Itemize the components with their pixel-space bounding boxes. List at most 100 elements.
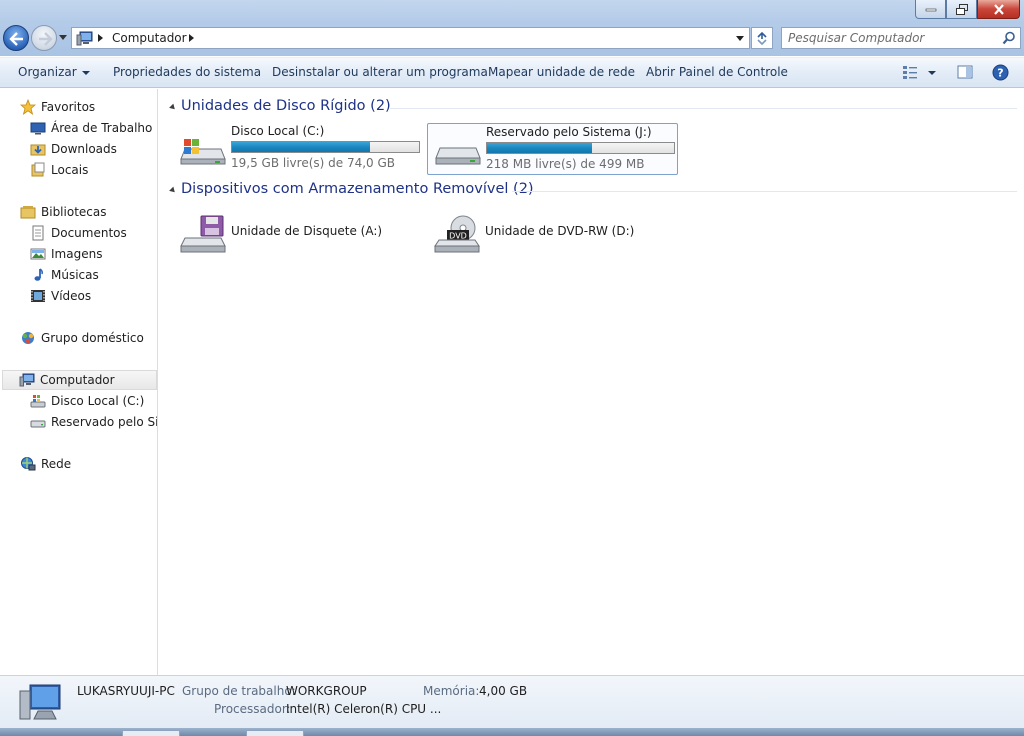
nav-network[interactable]: Rede xyxy=(20,454,71,474)
taskbar-button[interactable] xyxy=(246,730,304,736)
breadcrumb-computer[interactable]: Computador xyxy=(112,31,187,45)
nav-local-disk-label: Disco Local (C:) xyxy=(51,394,145,408)
nav-documents[interactable]: Documentos xyxy=(30,223,127,243)
processor-value: Intel(R) Celeron(R) CPU ... xyxy=(286,702,442,716)
taskbar-button[interactable] xyxy=(122,730,180,736)
minimize-button[interactable] xyxy=(915,0,946,19)
organize-menu[interactable]: Organizar xyxy=(18,65,90,79)
nav-local-disk[interactable]: Disco Local (C:) xyxy=(30,391,144,411)
preview-pane-icon[interactable] xyxy=(957,64,973,80)
nav-music[interactable]: Músicas xyxy=(30,265,99,285)
content-area: Unidades de Disco Rígido (2) Disco Local… xyxy=(159,89,1024,675)
arrow-left-icon xyxy=(9,32,23,46)
view-options-icon[interactable] xyxy=(902,64,918,80)
chevron-down-icon[interactable] xyxy=(928,71,936,75)
downloads-folder-icon xyxy=(30,144,46,156)
search-input[interactable] xyxy=(788,30,993,46)
drive-j-free-space: 218 MB livre(s) de 499 MB xyxy=(486,157,645,171)
back-button[interactable] xyxy=(3,25,29,51)
collapse-icon[interactable] xyxy=(169,103,177,112)
hard-drive-icon xyxy=(30,420,46,428)
pc-name: LUKASRYUUJI-PC xyxy=(77,684,175,698)
nav-homegroup[interactable]: Grupo doméstico xyxy=(20,328,144,348)
film-strip-icon xyxy=(31,290,45,302)
nav-places[interactable]: Locais xyxy=(30,160,88,180)
chevron-down-icon[interactable] xyxy=(736,36,744,41)
nav-downloads-label: Downloads xyxy=(51,142,117,156)
chevron-right-icon[interactable] xyxy=(98,34,103,42)
close-button[interactable] xyxy=(977,0,1020,19)
recent-pages-dropdown[interactable] xyxy=(59,35,67,40)
drive-tile-c[interactable]: Disco Local (C:) 19,5 GB livre(s) de 74,… xyxy=(173,123,424,175)
nav-videos-label: Vídeos xyxy=(51,289,92,303)
nav-favorites[interactable]: Favoritos xyxy=(20,97,95,117)
drive-tile-j[interactable]: Reservado pelo Sistema (J:) 218 MB livre… xyxy=(427,123,678,175)
chevron-down-icon xyxy=(81,70,90,75)
workgroup-label: Grupo de trabalho: xyxy=(182,684,296,698)
refresh-button[interactable] xyxy=(751,27,773,49)
computer-icon xyxy=(19,684,61,720)
address-bar[interactable]: Computador xyxy=(71,27,750,49)
forward-button[interactable] xyxy=(31,25,57,51)
images-icon xyxy=(30,248,46,260)
search-box[interactable] xyxy=(781,27,1021,49)
processor-label: Processador: xyxy=(214,702,291,716)
drive-j-usage-fill xyxy=(487,143,592,153)
dvd-drive-tile[interactable]: DVD Unidade de DVD-RW (D:) xyxy=(427,206,678,258)
star-icon xyxy=(20,99,36,115)
close-icon xyxy=(993,3,1004,15)
drive-c-name: Disco Local (C:) xyxy=(231,124,325,138)
system-properties-button[interactable]: Propriedades do sistema xyxy=(113,65,261,79)
nav-desktop[interactable]: Área de Trabalho xyxy=(30,118,152,138)
recent-places-icon xyxy=(31,162,45,177)
caption-buttons xyxy=(915,0,1020,19)
title-bar: Computador xyxy=(0,0,1024,56)
drive-c-usage-bar xyxy=(231,141,420,153)
documents-icon xyxy=(32,225,44,241)
libraries-icon xyxy=(20,206,36,219)
nav-libraries[interactable]: Bibliotecas xyxy=(20,202,106,222)
windows-drive-icon xyxy=(30,395,46,408)
svg-text:?: ? xyxy=(997,67,1003,80)
minimize-icon xyxy=(925,8,936,12)
group-hard-drives-title: Unidades de Disco Rígido (2) xyxy=(181,98,391,114)
search-icon[interactable] xyxy=(1002,31,1016,45)
nav-downloads[interactable]: Downloads xyxy=(30,139,117,159)
group-hard-drives[interactable]: Unidades de Disco Rígido (2) xyxy=(167,98,1017,118)
open-control-panel-button[interactable]: Abrir Painel de Controle xyxy=(646,65,788,79)
memory-label: Memória: xyxy=(423,684,480,698)
command-bar: Organizar Propriedades do sistema Desins… xyxy=(0,57,1024,88)
collapse-icon[interactable] xyxy=(169,186,177,195)
floppy-drive-name: Unidade de Disquete (A:) xyxy=(231,224,383,238)
uninstall-program-button[interactable]: Desinstalar ou alterar um programa xyxy=(272,65,488,79)
group-removable[interactable]: Dispositivos com Armazenamento Removível… xyxy=(167,181,1017,201)
restore-button[interactable] xyxy=(946,0,977,19)
details-pane: LUKASRYUUJI-PC Grupo de trabalho: WORKGR… xyxy=(0,675,1024,728)
nav-reserved-drive[interactable]: Reservado pelo Sistema (J:) xyxy=(30,412,157,432)
windows-drive-icon xyxy=(180,139,226,165)
drive-j-usage-bar xyxy=(486,142,675,154)
nav-music-label: Músicas xyxy=(51,268,99,282)
map-network-drive-button[interactable]: Mapear unidade de rede xyxy=(488,65,635,79)
hard-drive-icon xyxy=(435,147,481,165)
organize-label: Organizar xyxy=(18,65,77,79)
nav-computer[interactable]: Computador xyxy=(2,370,157,390)
nav-places-label: Locais xyxy=(51,163,89,177)
group-removable-title: Dispositivos com Armazenamento Removível… xyxy=(181,181,534,197)
chevron-right-icon[interactable] xyxy=(189,34,194,42)
navigation-pane: Favoritos Área de Trabalho Downloads Loc… xyxy=(0,89,158,675)
nav-images[interactable]: Imagens xyxy=(30,244,102,264)
nav-documents-label: Documentos xyxy=(51,226,127,240)
desktop-icon xyxy=(30,122,46,135)
dvd-drive-icon: DVD xyxy=(434,215,480,253)
homegroup-icon xyxy=(22,332,34,344)
nav-favorites-label: Favoritos xyxy=(41,100,96,114)
help-icon[interactable]: ? xyxy=(992,64,1009,81)
restore-icon xyxy=(955,3,968,15)
nav-videos[interactable]: Vídeos xyxy=(30,286,91,306)
floppy-drive-icon xyxy=(180,215,226,253)
computer-icon xyxy=(76,31,93,46)
taskbar xyxy=(0,728,1024,736)
group-divider xyxy=(512,191,1017,192)
floppy-drive-tile[interactable]: Unidade de Disquete (A:) xyxy=(173,206,424,258)
